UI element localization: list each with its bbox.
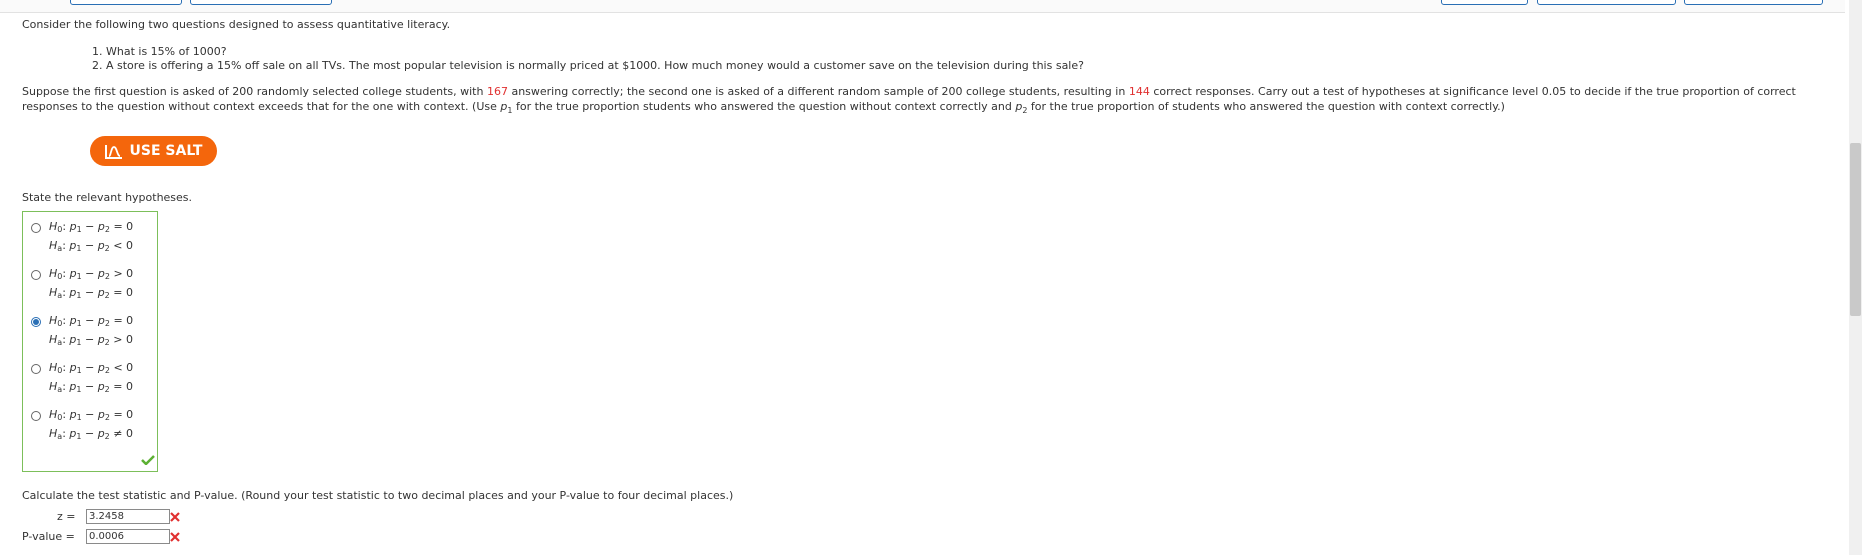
hypothesis-option-3[interactable]: H0: p1 − p2 = 0 Ha: p1 − p2 > 0 — [31, 314, 151, 354]
z-input[interactable]: 3.2458 — [86, 509, 170, 524]
hypothesis-option-4[interactable]: H0: p1 − p2 < 0 Ha: p1 − p2 = 0 — [31, 361, 151, 401]
use-salt-button[interactable]: USE SALT — [90, 136, 217, 166]
hypothesis-option-2[interactable]: H0: p1 − p2 > 0 Ha: p1 − p2 = 0 — [31, 267, 151, 307]
use-salt-label: USE SALT — [129, 143, 203, 159]
hypotheses-prompt: State the relevant hypotheses. — [22, 191, 193, 204]
check-icon — [141, 455, 155, 465]
salt-chart-icon — [104, 144, 122, 159]
scenario-text: correct responses. Carry out a test of h… — [1149, 85, 1796, 98]
null-hypothesis: H0: p1 − p2 < 0 — [49, 361, 134, 375]
p-value-label: P-value = — [22, 530, 75, 543]
x-icon — [170, 532, 180, 542]
top-toolbar — [0, 0, 1845, 13]
x-icon — [170, 512, 180, 522]
scenario-line-1: Suppose the first question is asked of 2… — [22, 85, 1796, 98]
hypothesis-option-1[interactable]: H0: p1 − p2 = 0 Ha: p1 − p2 < 0 — [31, 220, 151, 260]
scenario-text: for the true proportion of students who … — [1027, 100, 1505, 113]
toolbar-button-2[interactable] — [190, 0, 332, 5]
alternative-hypothesis: Ha: p1 − p2 = 0 — [49, 380, 133, 394]
toolbar-button-3[interactable] — [1441, 0, 1528, 5]
alternative-hypothesis: Ha: p1 − p2 = 0 — [49, 286, 133, 300]
radio-button[interactable] — [31, 364, 41, 374]
alternative-hypothesis: Ha: p1 − p2 ≠ 0 — [49, 427, 133, 441]
toolbar-button-5[interactable] — [1684, 0, 1823, 5]
scenario-line-2: responses to the question without contex… — [22, 100, 1505, 117]
toolbar-button-1[interactable] — [70, 0, 182, 5]
alternative-hypothesis: Ha: p1 − p2 < 0 — [49, 239, 133, 253]
null-hypothesis: H0: p1 − p2 = 0 — [49, 220, 134, 234]
scenario-text: responses to the question without contex… — [22, 100, 501, 113]
toolbar-button-4[interactable] — [1537, 0, 1676, 5]
question-2: 2. A store is offering a 15% off sale on… — [92, 59, 1084, 72]
radio-button[interactable] — [31, 317, 41, 327]
radio-button[interactable] — [31, 270, 41, 280]
hypothesis-option-5[interactable]: H0: p1 − p2 = 0 Ha: p1 − p2 ≠ 0 — [31, 408, 151, 448]
null-hypothesis: H0: p1 − p2 > 0 — [49, 267, 134, 281]
correct-count-2: 144 — [1128, 85, 1150, 98]
radio-button[interactable] — [31, 411, 41, 421]
scenario-text: for the true proportion students who ans… — [512, 100, 1016, 113]
question-1: 1. What is 15% of 1000? — [92, 45, 227, 58]
alternative-hypothesis: Ha: p1 − p2 > 0 — [49, 333, 133, 347]
calc-prompt: Calculate the test statistic and P-value… — [22, 489, 734, 502]
scrollbar-thumb[interactable] — [1850, 143, 1861, 316]
hypotheses-options-box: H0: p1 − p2 = 0 Ha: p1 − p2 < 0 H0: p1 − p… — [22, 211, 158, 472]
null-hypothesis: H0: p1 − p2 = 0 — [49, 408, 134, 422]
z-label: z = — [57, 510, 76, 523]
scrollbar[interactable] — [1849, 0, 1862, 555]
p-value-input[interactable]: 0.0006 — [86, 529, 170, 544]
scenario-text: answering correctly; the second one is a… — [507, 85, 1129, 98]
correct-count-1: 167 — [486, 85, 508, 98]
radio-button[interactable] — [31, 223, 41, 233]
intro-text: Consider the following two questions des… — [22, 18, 451, 31]
scenario-text: Suppose the first question is asked of 2… — [22, 85, 487, 98]
null-hypothesis: H0: p1 − p2 = 0 — [49, 314, 134, 328]
